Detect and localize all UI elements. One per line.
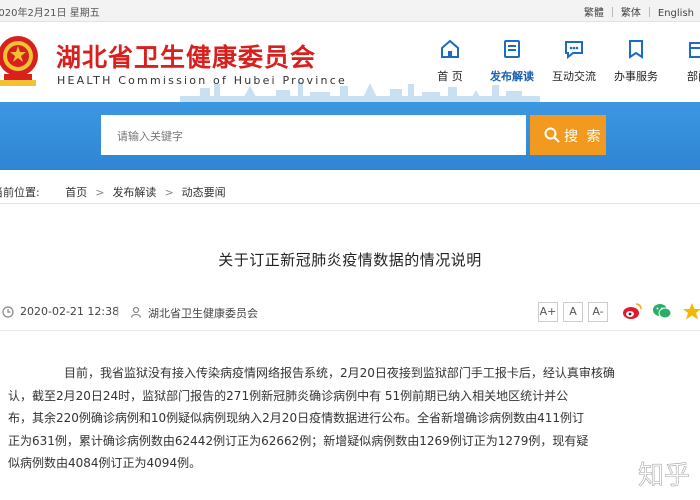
divider <box>0 203 700 204</box>
breadcrumb-separator: > <box>95 186 105 199</box>
breadcrumb-news-link[interactable]: 动态要闻 <box>182 186 226 199</box>
home-icon <box>441 39 459 58</box>
body-line: 布，其余220例确诊病例和10例疑似病例现纳入2月20日疫情数据进行公布。全省新… <box>8 411 584 425</box>
nav-item-interaction[interactable]: 互动交流 <box>544 36 604 84</box>
article-body: 目前，我省监狱没有接入传染病疫情网络报告系统，2月20日夜接到监狱部门手工报卡后… <box>8 362 696 475</box>
lang-traditional-link[interactable]: 繁體 <box>584 8 604 19</box>
nav-label: 部门 <box>687 70 700 83</box>
clock-icon <box>2 306 14 318</box>
body-line: 正为631例，累计确诊病例数由62442例订正为62662例；新增疑似病例数由1… <box>8 433 589 448</box>
divider <box>611 7 613 17</box>
nav-label: 办事服务 <box>614 70 658 83</box>
publish-datetime: 2020-02-21 12:38 <box>20 305 120 318</box>
article-title: 关于订正新冠肺炎疫情数据的情况说明 <box>218 251 482 269</box>
nav-label: 互动交流 <box>552 70 596 83</box>
current-date: 2020年2月21日 星期五 <box>0 8 100 19</box>
lang-simplified-link[interactable]: 繁体 <box>621 8 641 19</box>
search-button[interactable]: 搜 索 <box>530 115 606 155</box>
document-icon <box>504 40 520 58</box>
body-line: 目前，我省监狱没有接入传染病疫情网络报告系统，2月20日夜接到监狱部门手工报卡后… <box>64 366 615 380</box>
nav-label: 发布解读 <box>490 70 534 83</box>
language-switcher: 繁體 繁体 English <box>584 4 694 19</box>
chat-bubble-icon <box>565 41 583 60</box>
body-line: 认，截至2月20日24时，监狱部门报告的271例新冠肺炎确诊病例中有 51例前期… <box>8 388 569 403</box>
search-icon <box>544 127 560 143</box>
body-line: 似病例数由4084例订正为4094例。 <box>8 456 202 470</box>
search-band: 请输入关键字 搜 索 <box>0 102 700 170</box>
breadcrumb-separator: > <box>164 186 174 199</box>
nav-item-publish[interactable]: 发布解读 <box>482 36 542 84</box>
wechat-icon[interactable] <box>652 302 672 320</box>
site-title: 湖北省卫生健康委员会 <box>56 43 317 72</box>
search-placeholder: 请输入关键字 <box>117 130 183 143</box>
breadcrumb-home-link[interactable]: 首页 <box>65 186 87 199</box>
star-icon[interactable] <box>682 302 700 320</box>
weibo-icon[interactable] <box>622 302 642 320</box>
divider <box>648 7 650 17</box>
top-utility-bar: 2020年2月21日 星期五 繁體 繁体 English <box>0 0 700 22</box>
site-header: 湖北省卫生健康委员会 HEALTH Commission of Hubei Pr… <box>0 22 700 102</box>
divider: | <box>116 304 120 317</box>
breadcrumb-publish-link[interactable]: 发布解读 <box>112 186 156 199</box>
national-emblem-logo <box>0 36 38 86</box>
building-icon <box>689 42 700 58</box>
bookmark-icon <box>629 40 643 59</box>
nav-item-services[interactable]: 办事服务 <box>606 36 666 84</box>
font-increase-button[interactable]: A+ <box>538 302 558 322</box>
search-button-label: 搜 索 <box>564 129 603 145</box>
source-icon <box>130 306 142 318</box>
site-subtitle: HEALTH Commission of Hubei Province <box>57 74 347 87</box>
divider <box>0 330 700 331</box>
article-source: 湖北省卫生健康委员会 <box>148 307 258 320</box>
lang-english-link[interactable]: English <box>658 8 694 19</box>
breadcrumb-prefix: 当前位置: <box>0 186 40 199</box>
nav-label: 首 页 <box>437 70 463 83</box>
nav-item-departments[interactable]: 部门 <box>668 36 700 84</box>
font-default-button[interactable]: A <box>563 302 583 322</box>
breadcrumb: 当前位置: 首页 > 发布解读 > 动态要闻 <box>0 184 226 200</box>
search-input[interactable]: 请输入关键字 <box>101 115 526 155</box>
font-decrease-button[interactable]: A- <box>588 302 608 322</box>
nav-item-home[interactable]: 首 页 <box>420 36 480 84</box>
